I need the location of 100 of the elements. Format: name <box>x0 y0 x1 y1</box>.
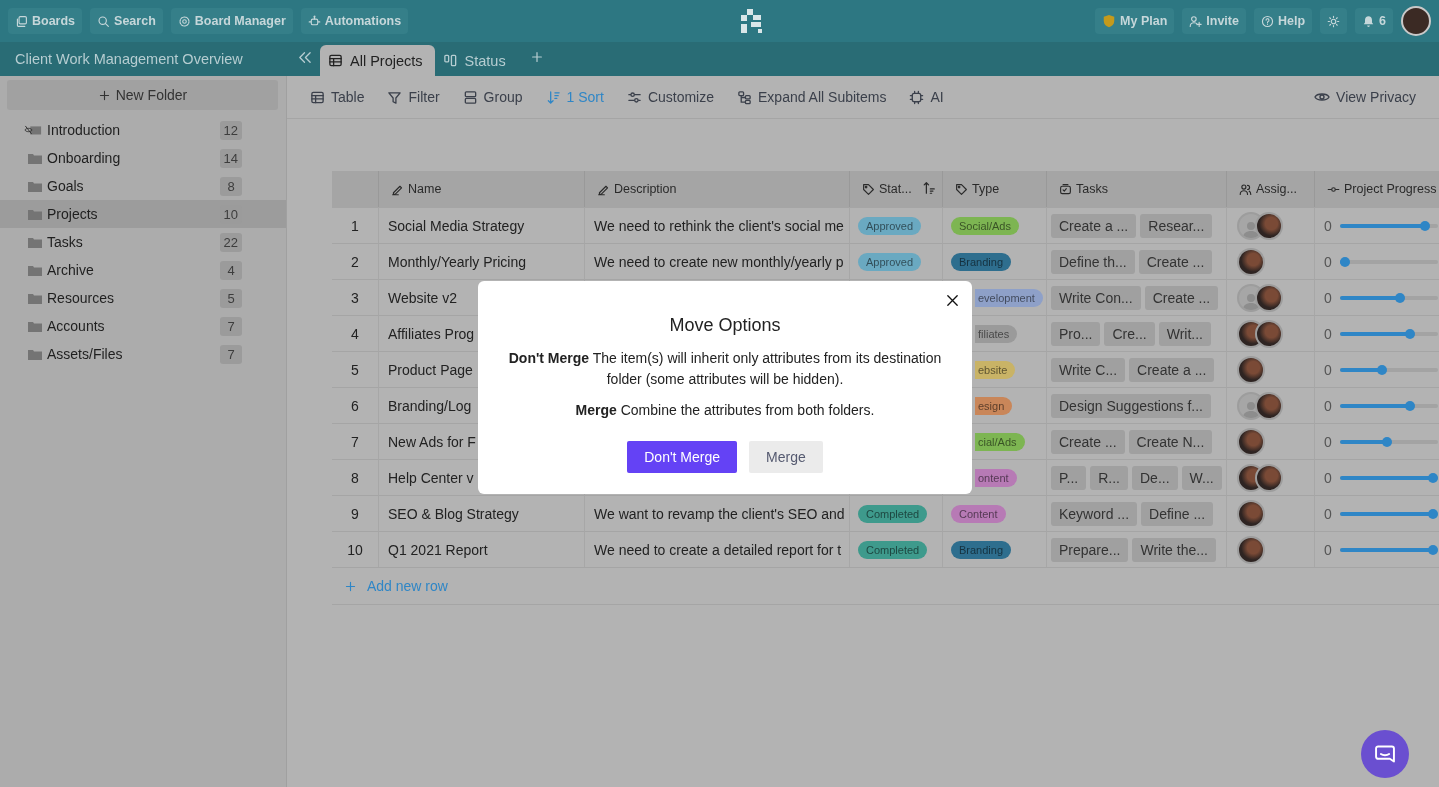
plan-button[interactable]: My Plan <box>1095 8 1175 34</box>
task-chip[interactable]: P... <box>1051 465 1087 490</box>
help-button[interactable]: Help <box>1253 8 1313 34</box>
type-badge: Branding <box>951 252 1012 271</box>
toolbar-button[interactable]: Table <box>310 89 365 105</box>
sidebar-item[interactable]: Archive 4 <box>0 256 286 284</box>
notifications-button[interactable]: 6 <box>1355 8 1393 34</box>
progress-slider[interactable] <box>1339 472 1438 483</box>
progress-value: 0 <box>1324 289 1332 306</box>
sidebar-item[interactable]: Projects 10 <box>0 200 286 228</box>
task-chip[interactable]: Create ... <box>1144 285 1219 310</box>
column-header[interactable]: Assig... <box>1226 171 1314 207</box>
column-header[interactable]: Stat... <box>849 171 942 207</box>
task-chip[interactable]: Keyword ... <box>1051 501 1138 526</box>
board-title: Client Work Management Overview <box>14 51 244 67</box>
task-chip[interactable]: Pro... <box>1051 321 1101 346</box>
chip-icon <box>909 89 925 105</box>
task-chip[interactable]: Create ... <box>1138 249 1213 274</box>
task-chip[interactable]: Writ... <box>1158 321 1211 346</box>
sidebar-item[interactable]: Resources 5 <box>0 284 286 312</box>
task-chip[interactable]: Create a ... <box>1129 357 1215 382</box>
sidebar-item[interactable]: Assets/Files 7 <box>0 340 286 368</box>
progress-value: 0 <box>1324 325 1332 342</box>
progress-value: 0 <box>1324 433 1332 450</box>
task-chip[interactable]: Define th... <box>1051 249 1135 274</box>
progress-slider[interactable] <box>1339 328 1438 339</box>
toolbar-button[interactable]: Filter <box>387 89 440 105</box>
type-badge: filiates <box>975 324 1018 343</box>
task-chip[interactable]: R... <box>1090 465 1128 490</box>
columns-icon <box>442 53 458 68</box>
progress-value: 0 <box>1324 361 1332 378</box>
progress-value: 0 <box>1324 217 1332 234</box>
progress-slider[interactable] <box>1339 220 1438 231</box>
chat-button[interactable] <box>1361 730 1409 778</box>
row-number: 9 <box>332 495 378 531</box>
invite-button[interactable]: Invite <box>1182 8 1246 34</box>
column-header[interactable]: Description <box>584 171 849 207</box>
progress-slider[interactable] <box>1339 436 1438 447</box>
merge-button[interactable]: Merge <box>749 441 823 473</box>
count-badge: 12 <box>219 120 242 140</box>
task-chip[interactable]: Write the... <box>1132 537 1216 562</box>
progress-slider[interactable] <box>1339 364 1438 375</box>
sun-icon <box>1327 14 1341 28</box>
sidebar-item[interactable]: Tasks 22 <box>0 228 286 256</box>
sidebar-item[interactable]: Accounts 7 <box>0 312 286 340</box>
toolbar-button[interactable]: AI <box>909 89 944 105</box>
table-cell: Q1 2021 Report <box>378 531 584 567</box>
toolbar-button[interactable]: Customize <box>626 89 714 105</box>
task-chip[interactable]: Create N... <box>1128 429 1213 454</box>
task-chip[interactable]: Create ... <box>1051 429 1125 454</box>
new-folder-button[interactable]: New Folder <box>7 80 278 110</box>
column-header[interactable]: Name <box>378 171 584 207</box>
boards-icon <box>15 14 28 28</box>
task-chip[interactable]: Prepare... <box>1051 537 1129 562</box>
toolbar-button[interactable]: Boards <box>8 8 83 34</box>
dont-merge-button[interactable]: Don't Merge <box>627 441 738 473</box>
toolbar-button[interactable]: Automations <box>300 8 409 34</box>
type-badge: ebsite <box>975 360 1016 379</box>
toolbar-button[interactable]: Search <box>90 8 163 34</box>
sidebar-item[interactable]: Introduction 12 <box>0 116 286 144</box>
progress-slider[interactable] <box>1339 508 1438 519</box>
tab[interactable]: Status <box>434 45 518 76</box>
sidebar-item[interactable]: Goals 8 <box>0 172 286 200</box>
tab[interactable]: All Projects <box>320 45 435 76</box>
bell-icon <box>1362 14 1376 28</box>
toolbar-button[interactable]: Group <box>462 89 523 105</box>
column-header[interactable]: Type <box>942 171 1046 207</box>
progress-slider[interactable] <box>1339 256 1438 267</box>
column-header[interactable]: Tasks <box>1046 171 1226 207</box>
task-chip[interactable]: Resear... <box>1140 213 1213 238</box>
task-chip[interactable]: Create a ... <box>1051 213 1137 238</box>
count-badge: 5 <box>220 288 242 308</box>
close-icon <box>945 293 960 308</box>
search-icon <box>97 14 111 28</box>
progress-value: 0 <box>1324 253 1332 270</box>
toolbar-button[interactable]: Board Manager <box>170 8 293 34</box>
task-chip[interactable]: Define ... <box>1141 501 1214 526</box>
task-chip[interactable]: Write Con... <box>1051 285 1141 310</box>
count-badge: 14 <box>219 148 242 168</box>
task-chip[interactable]: Design Suggestions f... <box>1051 393 1211 418</box>
row-number: 4 <box>332 315 378 351</box>
theme-button[interactable] <box>1320 8 1348 34</box>
task-chip[interactable]: Cre... <box>1104 321 1155 346</box>
plus-icon <box>529 50 544 64</box>
avatar[interactable] <box>1401 6 1431 36</box>
progress-slider[interactable] <box>1339 400 1438 411</box>
count-badge: 7 <box>220 316 242 336</box>
tag-icon <box>862 182 875 196</box>
progress-slider[interactable] <box>1339 292 1438 303</box>
table-cell: We need to create new monthly/yearly p <box>584 243 849 279</box>
progress-slider[interactable] <box>1339 544 1438 555</box>
toolbar-button[interactable]: Expand All Subitems <box>737 89 887 105</box>
column-header[interactable]: Project Progress <box>1314 171 1439 207</box>
table-icon <box>310 89 325 105</box>
close-button[interactable] <box>945 293 960 308</box>
task-chip[interactable]: W... <box>1181 465 1222 490</box>
sidebar-item[interactable]: Onboarding 14 <box>0 144 286 172</box>
task-chip[interactable]: Write C... <box>1051 357 1126 382</box>
view-privacy-button[interactable]: View Privacy <box>1314 89 1416 105</box>
task-chip[interactable]: De... <box>1132 465 1178 490</box>
